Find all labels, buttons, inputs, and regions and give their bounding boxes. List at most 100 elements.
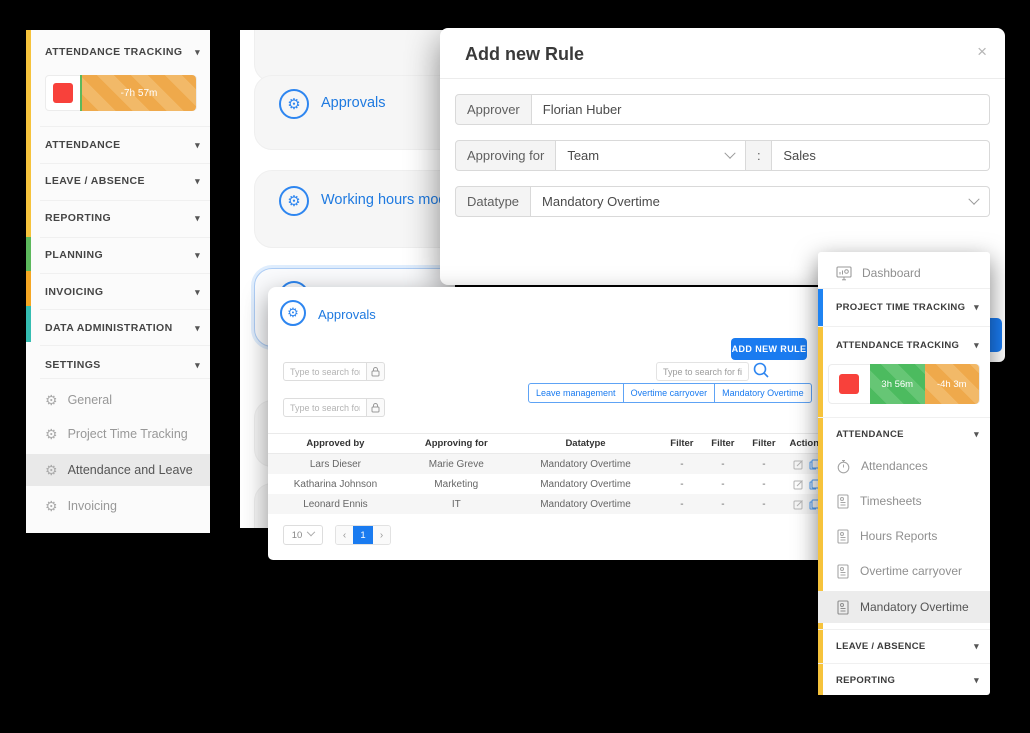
page-size-value: 10	[292, 530, 303, 541]
chevron-down-icon: ▾	[195, 360, 200, 371]
gear-icon: ⚙	[45, 393, 58, 407]
sidebar-item-invoicing-section[interactable]: INVOICING ▾	[45, 282, 200, 302]
lock-button[interactable]	[367, 398, 385, 417]
close-icon[interactable]: ×	[977, 42, 987, 62]
sidebar-item-dashboard[interactable]: Dashboard	[836, 260, 982, 286]
chevron-down-icon: ▾	[195, 47, 200, 58]
section-label: ATTENDANCE TRACKING	[45, 46, 182, 58]
divider	[40, 163, 210, 164]
settings-item-label: General	[68, 393, 112, 407]
sidebar-item-timesheets[interactable]: Timesheets	[836, 488, 982, 514]
sidebar-item-attendance-tracking[interactable]: ATTENDANCE TRACKING ▾	[45, 42, 200, 62]
strip-project-time-tracking	[818, 288, 823, 326]
sidebar-item-attendance[interactable]: ATTENDANCE ▾	[836, 423, 979, 445]
gear-circle-icon: ⚙	[279, 186, 309, 216]
current-page-button[interactable]: 1	[353, 526, 373, 544]
search-approving-input[interactable]	[283, 398, 367, 417]
table-header-row: Approved by Approving for Datatype Filte…	[268, 433, 830, 454]
filter-leave-management-button[interactable]: Leave management	[528, 383, 624, 403]
section-label: ATTENDANCE TRACKING	[836, 340, 959, 351]
worked-time-bar: 3h 56m	[870, 364, 925, 404]
timer-bars: -7h 57m	[80, 75, 196, 111]
sidebar-item-hours-reports[interactable]: Hours Reports	[836, 523, 982, 549]
sidebar-item-general[interactable]: ⚙ General	[26, 386, 210, 414]
sidebar-item-project-time-tracking[interactable]: PROJECT TIME TRACKING ▾	[836, 296, 979, 318]
table-row[interactable]: Katharina Johnson Marketing Mandatory Ov…	[268, 474, 830, 494]
cell-filter: -	[661, 459, 702, 470]
stop-timer-button[interactable]	[53, 83, 73, 103]
stop-timer-button[interactable]	[839, 374, 859, 394]
filter-mandatory-overtime-button[interactable]: Mandatory Overtime	[714, 383, 812, 403]
panel-title: Approvals	[318, 307, 376, 322]
divider	[40, 273, 210, 274]
settings-card-approvals[interactable]: ⚙ Approvals	[254, 75, 455, 150]
search-approver-input[interactable]	[283, 362, 367, 381]
sidebar-item-project-time-tracking[interactable]: ⚙ Project Time Tracking	[26, 420, 210, 448]
card-label: Working hours mod	[321, 192, 446, 208]
section-label: LEAVE / ABSENCE	[836, 641, 926, 652]
sidebar-item-data-administration[interactable]: DATA ADMINISTRATION ▾	[45, 318, 200, 338]
item-label: Mandatory Overtime	[860, 600, 969, 614]
divider	[40, 200, 210, 201]
sidebar-item-settings[interactable]: SETTINGS ▾	[45, 355, 200, 375]
cell-filter: -	[743, 459, 784, 470]
modal-title: Add new Rule	[465, 44, 584, 65]
settings-card-working-hours[interactable]: ⚙ Working hours mod	[254, 170, 455, 248]
item-label: Attendances	[861, 459, 928, 473]
gear-icon: ⚙	[287, 305, 299, 321]
chevron-down-icon	[725, 147, 736, 158]
chevron-down-icon	[307, 528, 315, 536]
sidebar-item-planning[interactable]: PLANNING ▾	[45, 245, 200, 265]
gear-icon: ⚙	[287, 192, 300, 210]
sidebar-item-attendance-and-leave[interactable]: ⚙ Attendance and Leave	[26, 454, 210, 486]
datatype-label: Datatype	[455, 186, 531, 217]
edit-icon[interactable]	[793, 499, 804, 510]
search-icon[interactable]	[752, 361, 770, 379]
approver-input[interactable]: Florian Huber	[532, 94, 990, 125]
item-label: Dashboard	[862, 266, 921, 280]
cell-filter: -	[702, 459, 743, 470]
cell-datatype: Mandatory Overtime	[510, 459, 662, 470]
item-label: Timesheets	[860, 494, 922, 508]
sidebar-item-attendances[interactable]: Attendances	[836, 453, 982, 479]
document-icon	[836, 494, 850, 509]
edit-icon[interactable]	[793, 459, 804, 470]
page-size-select[interactable]: 10	[283, 525, 323, 545]
document-icon	[836, 529, 850, 544]
sidebar-item-leave-absence[interactable]: LEAVE / ABSENCE ▾	[836, 635, 979, 657]
sidebar-item-reporting[interactable]: REPORTING ▾	[45, 208, 200, 228]
left-sidebar: ATTENDANCE TRACKING ▾ -7h 57m ATTENDANCE…	[26, 30, 210, 533]
sidebar-item-invoicing-settings[interactable]: ⚙ Invoicing	[26, 492, 210, 520]
approving-for-value-input[interactable]: Sales	[772, 140, 990, 171]
approving-for-type-select[interactable]: Team	[556, 140, 746, 171]
divider	[40, 345, 210, 346]
lock-button[interactable]	[367, 362, 385, 381]
edit-icon[interactable]	[793, 479, 804, 490]
section-label: INVOICING	[45, 286, 103, 298]
pagination: 10 ‹ 1 ›	[283, 525, 391, 545]
lock-icon	[371, 403, 380, 413]
sidebar-item-mandatory-overtime[interactable]: Mandatory Overtime	[818, 591, 990, 623]
table-row[interactable]: Lars Dieser Marie Greve Mandatory Overti…	[268, 454, 830, 474]
next-page-button[interactable]: ›	[373, 526, 390, 544]
cell-approving-for: Marie Greve	[403, 459, 510, 470]
table-row[interactable]: Leonard Ennis IT Mandatory Overtime - - …	[268, 494, 830, 514]
approver-label: Approver	[455, 94, 532, 125]
cell-approved-by: Lars Dieser	[268, 459, 403, 470]
search-approver-group	[283, 362, 385, 381]
search-approving-group	[283, 398, 385, 417]
sidebar-item-overtime-carryover[interactable]: Overtime carryover	[836, 558, 982, 584]
chevron-down-icon: ▾	[195, 213, 200, 224]
cell-filter: -	[661, 479, 702, 490]
divider	[818, 417, 990, 418]
datatype-select[interactable]: Mandatory Overtime	[531, 186, 990, 217]
section-label: SETTINGS	[45, 359, 101, 371]
add-new-rule-button[interactable]: ADD NEW RULE	[731, 338, 807, 360]
sidebar-item-attendance-tracking[interactable]: ATTENDANCE TRACKING ▾	[836, 334, 979, 356]
sidebar-item-leave-absence[interactable]: LEAVE / ABSENCE ▾	[45, 171, 200, 191]
sidebar-item-attendance[interactable]: ATTENDANCE ▾	[45, 135, 200, 155]
sidebar-item-reporting[interactable]: REPORTING ▾	[836, 669, 979, 691]
prev-page-button[interactable]: ‹	[336, 526, 353, 544]
filter-overtime-carryover-button[interactable]: Overtime carryover	[623, 383, 716, 403]
search-filter-input[interactable]	[656, 362, 749, 381]
